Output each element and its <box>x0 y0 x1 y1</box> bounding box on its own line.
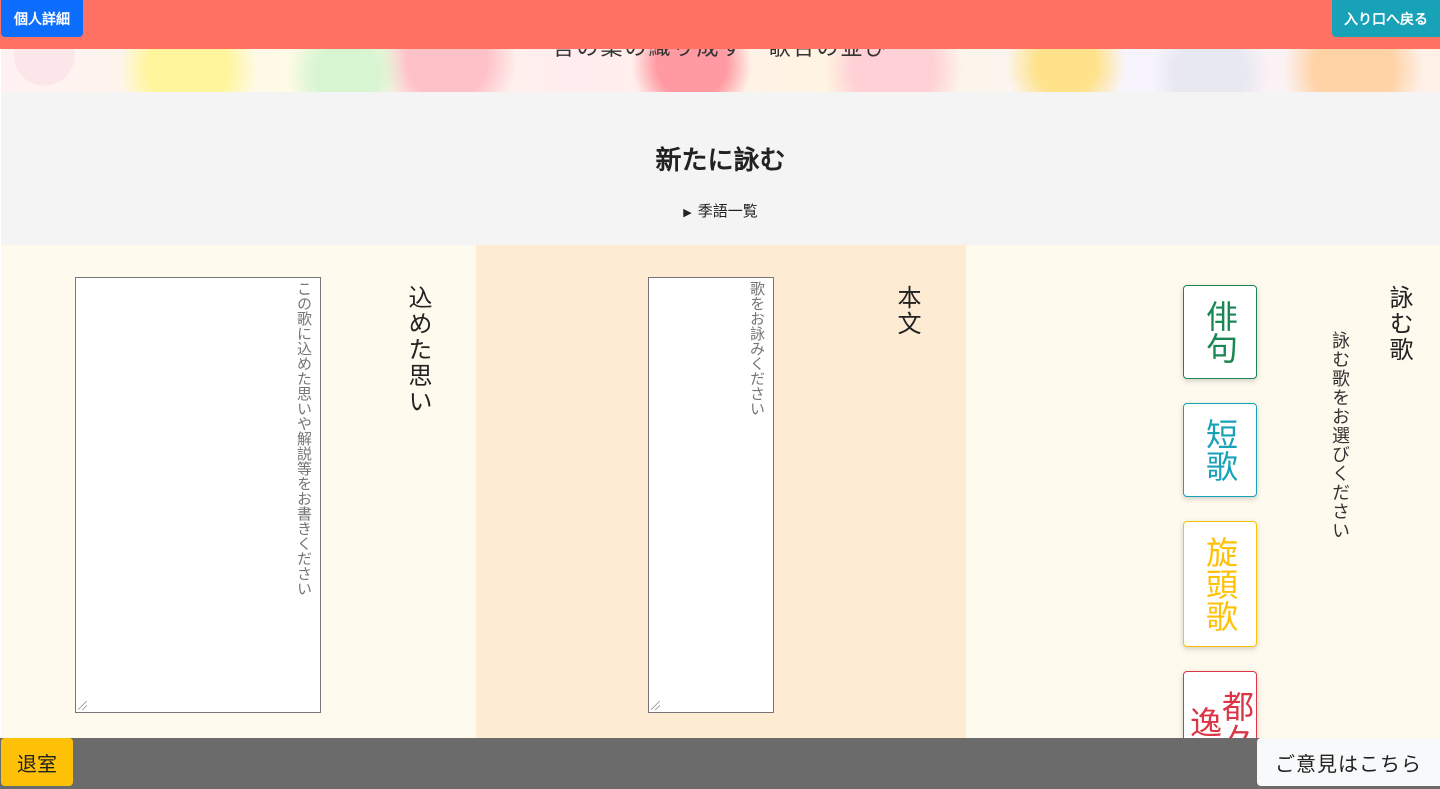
type-select-column: 詠む歌 詠む歌をお選びください 俳句 短歌 旋頭歌 都々逸 <box>966 245 1440 761</box>
feedback-button[interactable]: ご意見はこちら <box>1257 738 1440 786</box>
type-select-label: 詠む歌 <box>1385 285 1413 363</box>
body-textarea[interactable]: 歌をお詠みください <box>648 277 774 713</box>
body-label: 本文 <box>893 285 921 337</box>
haiku-label: 俳句 <box>1202 300 1238 364</box>
top-bar: 個人詳細 入り口へ戻る <box>0 0 1440 49</box>
season-words-label: 季語一覧 <box>697 202 758 220</box>
body-column: 本文 歌をお詠みください <box>476 245 966 738</box>
resize-handle-icon[interactable] <box>651 701 660 710</box>
page-title: 新たに詠む <box>655 146 786 176</box>
body-placeholder: 歌をお詠みください <box>748 281 766 416</box>
haiku-button[interactable]: 俳句 <box>1183 285 1257 379</box>
sedoka-button[interactable]: 旋頭歌 <box>1183 521 1257 647</box>
profile-button[interactable]: 個人詳細 <box>1 0 83 37</box>
disclosure-triangle-icon: ▶ <box>683 206 692 219</box>
back-to-entrance-button[interactable]: 入り口へ戻る <box>1332 0 1440 37</box>
season-words-toggle[interactable]: ▶ 季語一覧 <box>1 200 1440 221</box>
footer-bar <box>0 738 1440 789</box>
thoughts-textarea[interactable]: この歌に込めた思いや解説等をお書きください <box>75 277 321 713</box>
compose-header: 新たに詠む ▶ 季語一覧 <box>1 92 1440 245</box>
type-select-instruction: 詠む歌をお選びください <box>1329 331 1350 540</box>
thoughts-placeholder: この歌に込めた思いや解説等をお書きください <box>295 281 313 596</box>
resize-handle-icon[interactable] <box>78 701 87 710</box>
sedoka-label: 旋頭歌 <box>1202 536 1238 632</box>
tanka-button[interactable]: 短歌 <box>1183 403 1257 497</box>
tanka-label: 短歌 <box>1202 418 1238 482</box>
thoughts-label: 込めた思い <box>404 285 432 415</box>
exit-button[interactable]: 退室 <box>1 738 73 786</box>
thoughts-column: 込めた思い この歌に込めた思いや解説等をお書きください <box>1 245 476 738</box>
